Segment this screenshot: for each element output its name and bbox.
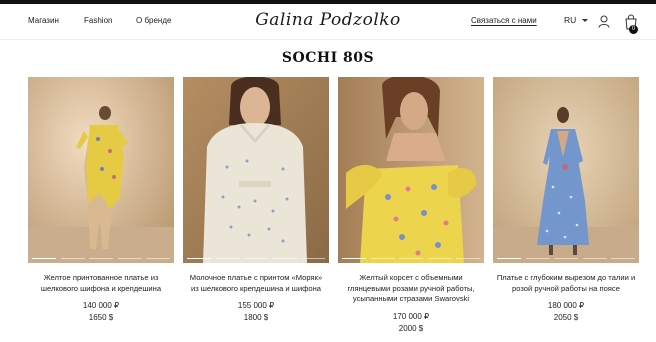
product-price-rub: 170 000 ₽ bbox=[392, 311, 430, 321]
carousel-dot[interactable] bbox=[370, 257, 395, 259]
product-price-usd: 2050 $ bbox=[553, 313, 579, 322]
carousel-dot[interactable] bbox=[117, 257, 142, 259]
language-selector[interactable]: RU bbox=[564, 15, 589, 25]
product-price-rub: 180 000 ₽ bbox=[547, 301, 585, 310]
product-price-usd: 1800 $ bbox=[243, 313, 269, 322]
carousel-dot[interactable] bbox=[342, 257, 366, 259]
carousel-dot[interactable] bbox=[244, 257, 268, 259]
product-image-yellow-corset bbox=[338, 77, 484, 263]
carousel-dot[interactable] bbox=[611, 257, 635, 259]
user-icon[interactable] bbox=[598, 15, 610, 28]
brand-logo[interactable]: Galina Podzolko bbox=[0, 10, 656, 30]
carousel-dot[interactable] bbox=[525, 257, 550, 259]
product-price-rub: 155 000 ₽ bbox=[237, 301, 275, 310]
collection-title: SOCHI 80S bbox=[281, 50, 375, 66]
product-image-yellow-dress bbox=[28, 77, 174, 263]
language-value: RU bbox=[564, 15, 577, 25]
product-name[interactable]: Молочное платье с принтом «Моряк» из шел… bbox=[183, 273, 329, 294]
site-header: Магазин Fashion О бренде Galina Podzolko… bbox=[0, 4, 656, 40]
product-photo[interactable] bbox=[493, 77, 639, 263]
carousel-dot[interactable] bbox=[60, 257, 85, 259]
carousel-dot[interactable] bbox=[427, 257, 452, 259]
carousel-dot[interactable] bbox=[187, 257, 211, 259]
carousel-dot[interactable] bbox=[399, 257, 423, 259]
carousel-indicators bbox=[28, 257, 174, 259]
product-card[interactable]: Платье с глубоким вырезом до талии и роз… bbox=[493, 77, 639, 322]
product-name[interactable]: Желтый корсет с объемными глянцевыми роз… bbox=[338, 273, 484, 305]
product-photo[interactable] bbox=[338, 77, 484, 263]
product-card[interactable]: Молочное платье с принтом «Моряк» из шел… bbox=[183, 77, 329, 322]
product-price-usd: 1650 $ bbox=[88, 313, 114, 322]
carousel-dot[interactable] bbox=[146, 257, 170, 259]
carousel-dot[interactable] bbox=[301, 257, 325, 259]
product-price-rub: 140 000 ₽ bbox=[82, 301, 120, 310]
carousel-dot[interactable] bbox=[582, 257, 607, 259]
product-name[interactable]: Платье с глубоким вырезом до талии и роз… bbox=[493, 273, 639, 294]
carousel-indicators bbox=[183, 257, 329, 259]
carousel-dot[interactable] bbox=[497, 257, 521, 259]
product-card[interactable]: Желтое принтованное платье из шелкового … bbox=[28, 77, 174, 322]
carousel-dot[interactable] bbox=[215, 257, 240, 259]
carousel-indicators bbox=[493, 257, 639, 259]
product-photo[interactable] bbox=[183, 77, 329, 263]
carousel-dot[interactable] bbox=[456, 257, 480, 259]
product-price-usd: 2000 $ bbox=[398, 323, 424, 333]
cart-count-badge: 0 bbox=[629, 25, 638, 34]
product-name[interactable]: Желтое принтованное платье из шелкового … bbox=[28, 273, 174, 294]
product-image-blue-dress bbox=[493, 77, 639, 263]
product-image-cream-dress bbox=[183, 77, 329, 263]
carousel-dot[interactable] bbox=[272, 257, 297, 259]
chevron-down-icon bbox=[582, 18, 589, 22]
product-card[interactable]: Желтый корсет с объемными глянцевыми роз… bbox=[338, 77, 484, 333]
carousel-dot[interactable] bbox=[32, 257, 56, 259]
product-photo[interactable] bbox=[28, 77, 174, 263]
contact-link[interactable]: Связаться с нами bbox=[471, 16, 537, 25]
carousel-indicators bbox=[338, 257, 484, 259]
carousel-dot[interactable] bbox=[554, 257, 578, 259]
carousel-dot[interactable] bbox=[89, 257, 113, 259]
